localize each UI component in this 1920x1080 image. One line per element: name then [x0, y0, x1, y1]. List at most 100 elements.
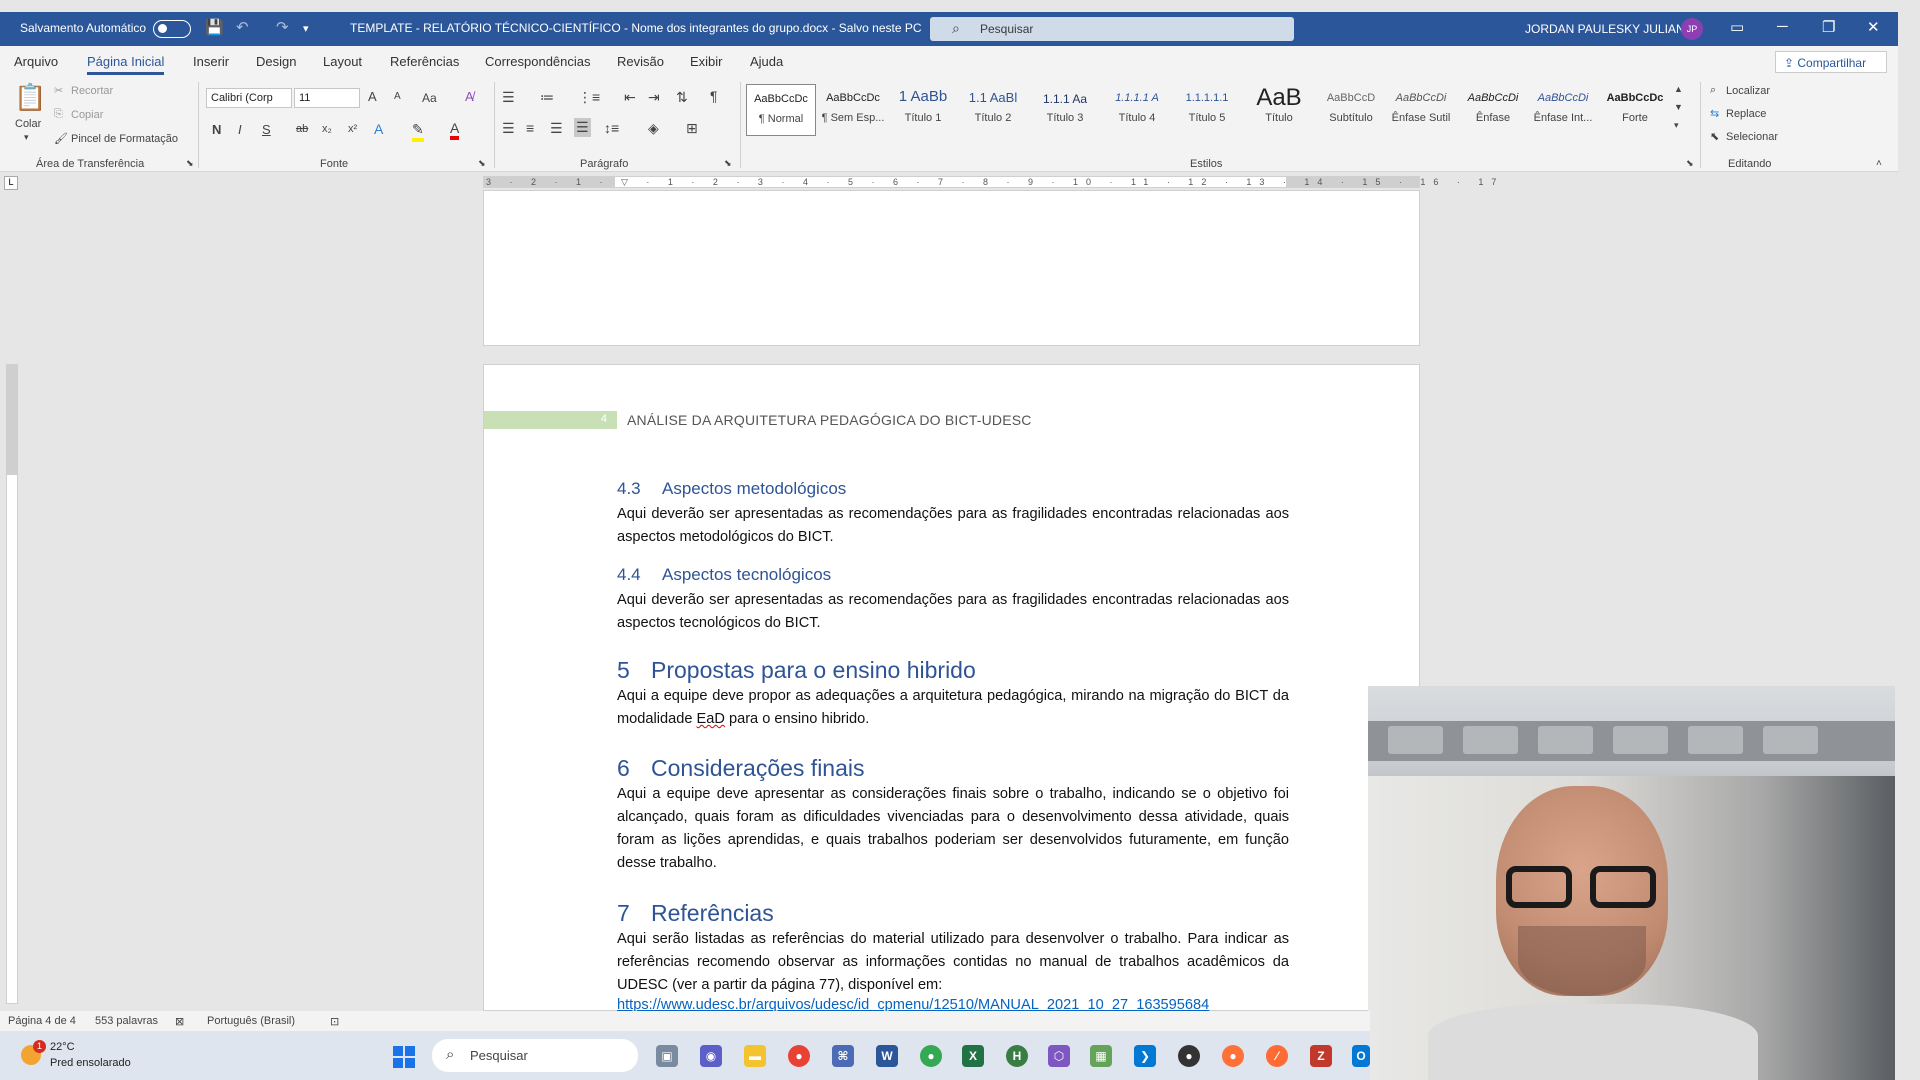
style-emphasis[interactable]: AaBbCcDi Ênfase	[1458, 84, 1528, 136]
tab-selector[interactable]: L	[4, 176, 18, 190]
style-strong[interactable]: AaBbCcDc Forte	[1600, 84, 1670, 136]
ribbon-display-icon[interactable]: ▭	[1730, 18, 1744, 36]
underline-button[interactable]: S	[262, 122, 271, 137]
style-no-spacing[interactable]: AaBbCcDc ¶ Sem Esp...	[818, 84, 888, 136]
style-normal[interactable]: AaBbCcDc ¶ Normal	[746, 84, 816, 136]
document-page[interactable]: 4 ANÁLISE DA ARQUITETURA PEDAGÓGICA DO B…	[483, 364, 1420, 1013]
sort-icon[interactable]: ⇅	[676, 89, 688, 106]
bullets-icon[interactable]: ☰	[502, 89, 515, 106]
bold-button[interactable]: N	[212, 122, 221, 137]
style-heading-4[interactable]: 1.1.1.1 A Título 4	[1102, 84, 1172, 136]
redo-icon[interactable]: ↷	[276, 18, 289, 36]
firefox-icon[interactable]: ●	[1222, 1045, 1244, 1067]
highlight-icon[interactable]: ✎	[412, 121, 424, 142]
numbering-icon[interactable]: ≔	[540, 89, 554, 106]
accessibility-icon[interactable]: ⊡	[330, 1015, 339, 1028]
align-left-icon[interactable]: ☰	[502, 120, 515, 137]
font-family-combo[interactable]: Calibri (Corp	[206, 88, 292, 108]
autosave-toggle[interactable]	[153, 20, 191, 38]
borders-icon[interactable]: ⊞	[686, 120, 698, 137]
paste-dropdown-icon[interactable]: ▾	[24, 132, 29, 143]
shrink-font-button[interactable]: A	[394, 91, 401, 102]
align-right-icon[interactable]: ☰	[550, 120, 563, 137]
tab-revisao[interactable]: Revisão	[617, 54, 664, 69]
copy-button[interactable]: Copiar	[71, 109, 103, 121]
word-count[interactable]: 553 palavras	[95, 1015, 158, 1027]
style-subtle-emphasis[interactable]: AaBbCcDi Ênfase Sutil	[1386, 84, 1456, 136]
start-icon[interactable]	[393, 1046, 415, 1068]
weather-description[interactable]: Pred ensolarado	[50, 1057, 131, 1069]
undo-icon[interactable]: ↶	[236, 18, 249, 36]
avatar[interactable]: JP	[1681, 18, 1703, 40]
vertical-ruler[interactable]	[6, 364, 18, 1004]
document-page-previous[interactable]	[483, 190, 1420, 346]
clear-formatting-icon[interactable]: A̸	[465, 89, 474, 104]
page-count[interactable]: Página 4 de 4	[8, 1015, 76, 1027]
decrease-indent-icon[interactable]: ⇤	[624, 89, 636, 106]
strikethrough-button[interactable]: ab	[296, 123, 308, 135]
style-title[interactable]: AaB Título	[1244, 84, 1314, 136]
user-name[interactable]: JORDAN PAULESKY JULIANI	[1525, 22, 1688, 36]
minimize-icon[interactable]: ─	[1777, 18, 1788, 35]
share-button[interactable]: ⇪ Compartilhar	[1775, 51, 1887, 73]
line-spacing-icon[interactable]: ↕≡	[604, 120, 619, 136]
font-dialog-launcher-icon[interactable]: ⬊	[478, 158, 486, 169]
vscode-icon[interactable]: ❯	[1134, 1045, 1156, 1067]
teams-icon[interactable]: ◉	[700, 1045, 722, 1067]
styles-scroll-down-icon[interactable]: ▼	[1674, 102, 1683, 112]
app-icon[interactable]: H	[1006, 1045, 1028, 1067]
shading-icon[interactable]: ◈	[648, 120, 659, 137]
customize-toolbar-icon[interactable]: ▾	[303, 22, 309, 35]
heading-4-3[interactable]: 4.3 Aspectos metodológicos	[617, 479, 846, 499]
heading-6[interactable]: 6 Considerações finais	[617, 755, 865, 782]
tab-pagina-inicial[interactable]: Página Inicial	[87, 54, 165, 75]
collapse-ribbon-icon[interactable]: ˄	[1876, 158, 1882, 169]
superscript-button[interactable]: x²	[348, 123, 357, 135]
paste-button[interactable]: Colar	[15, 118, 41, 130]
excel-icon[interactable]: X	[962, 1045, 984, 1067]
increase-indent-icon[interactable]: ⇥	[648, 89, 660, 106]
weather-temperature[interactable]: 22°C	[50, 1041, 75, 1053]
paste-icon[interactable]: 📋	[14, 82, 46, 118]
styles-more-icon[interactable]: ▾	[1674, 120, 1679, 131]
align-center-icon[interactable]: ≡	[526, 120, 534, 136]
style-heading-3[interactable]: 1.1.1 Aa Título 3	[1030, 84, 1100, 136]
language[interactable]: Português (Brasil)	[207, 1015, 295, 1027]
chrome-icon[interactable]: ●	[788, 1045, 810, 1067]
tab-ajuda[interactable]: Ajuda	[750, 54, 783, 69]
tab-arquivo[interactable]: Arquivo	[14, 54, 58, 69]
word-icon[interactable]: W	[876, 1045, 898, 1067]
tab-correspondencias[interactable]: Correspondências	[485, 54, 591, 69]
style-intense-emphasis[interactable]: AaBbCcDi Ênfase Int...	[1528, 84, 1598, 136]
filezilla-icon[interactable]: Z	[1310, 1045, 1332, 1067]
format-painter-button[interactable]: Pincel de Formatação	[71, 133, 178, 145]
save-icon[interactable]: 💾	[205, 18, 224, 36]
tab-exibir[interactable]: Exibir	[690, 54, 723, 69]
paragraph-dialog-launcher-icon[interactable]: ⬊	[724, 158, 732, 169]
horizontal-ruler[interactable]: 3 · 2 · 1 · ▽ · 1 · 2 · 3 · 4 · 5 · 6 · …	[483, 176, 1496, 188]
paragraph[interactable]: Aqui deverão ser apresentadas as recomen…	[617, 589, 1289, 635]
dialog-launcher-icon[interactable]: ⬊	[186, 158, 194, 169]
grow-font-button[interactable]: A	[368, 89, 377, 104]
paragraph[interactable]: Aqui deverão ser apresentadas as recomen…	[617, 503, 1289, 549]
search-input[interactable]: ⌕ Pesquisar	[930, 17, 1294, 41]
proofing-icon[interactable]: ⊠	[175, 1015, 184, 1028]
heading-5[interactable]: 5 Propostas para o ensino hibrido	[617, 657, 976, 684]
network-app-icon[interactable]: ⌘	[832, 1045, 854, 1067]
multilevel-list-icon[interactable]: ⋮≡	[578, 89, 600, 106]
taskbar-search[interactable]: ⌕ Pesquisar	[432, 1039, 638, 1072]
heading-7[interactable]: 7 Referências	[617, 900, 774, 927]
replace-button[interactable]: Replace	[1726, 108, 1766, 120]
style-heading-2[interactable]: 1.1 AaBl Título 2	[958, 84, 1028, 136]
restore-icon[interactable]: ❐	[1822, 18, 1835, 36]
styles-dialog-launcher-icon[interactable]: ⬊	[1686, 158, 1694, 169]
app-icon[interactable]: ●	[1178, 1045, 1200, 1067]
style-heading-1[interactable]: 1 AaBb Título 1	[888, 84, 958, 136]
paragraph[interactable]: Aqui a equipe deve apresentar as conside…	[617, 783, 1289, 875]
heading-4-4[interactable]: 4.4 Aspectos tecnológicos	[617, 565, 831, 585]
style-subtitle[interactable]: AaBbCcD Subtítulo	[1316, 84, 1386, 136]
spelling-error[interactable]: EaD	[697, 711, 725, 727]
change-case-button[interactable]: Aa	[422, 91, 437, 105]
styles-scroll-up-icon[interactable]: ▲	[1674, 84, 1683, 94]
app-icon[interactable]: ▦	[1090, 1045, 1112, 1067]
